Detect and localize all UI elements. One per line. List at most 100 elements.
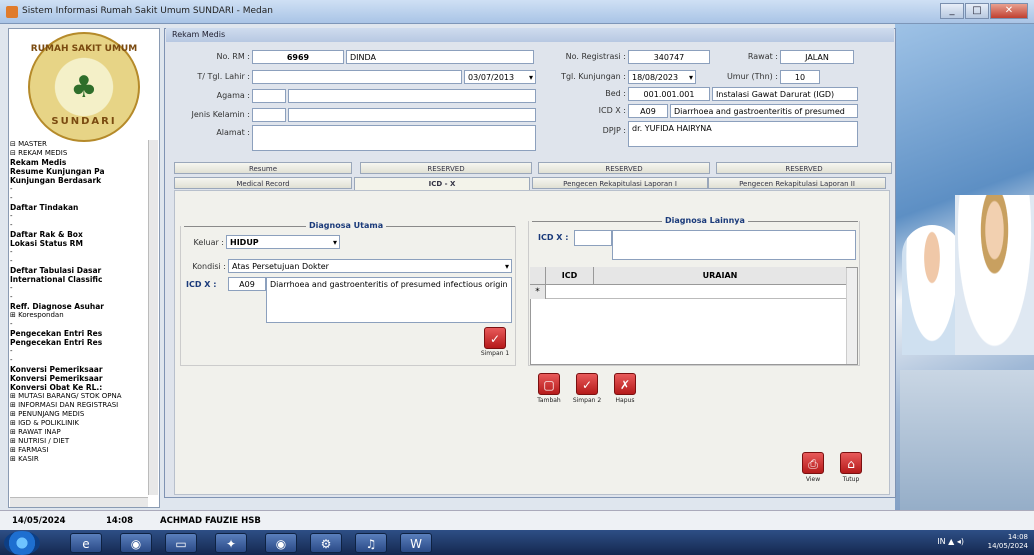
umur-field[interactable]: 10 xyxy=(780,70,820,84)
jenis-kelamin-field[interactable] xyxy=(288,108,536,122)
tree-vertical-scrollbar[interactable] xyxy=(148,140,158,495)
agama-code-field[interactable] xyxy=(252,89,286,103)
view-button[interactable]: ⎙ xyxy=(802,452,824,474)
tree-item[interactable]: Lokasi Status RM xyxy=(10,239,148,248)
grid-new-row[interactable] xyxy=(546,285,846,299)
grid-scrollbar[interactable] xyxy=(846,268,857,364)
tree-item[interactable]: - xyxy=(10,248,148,257)
bed-description-field[interactable]: Instalasi Gawat Darurat (IGD) xyxy=(712,87,858,101)
keluar-select[interactable]: HIDUP xyxy=(226,235,340,249)
no-rm-field[interactable]: 6969 xyxy=(252,50,344,64)
tab-rekapitulasi-1[interactable]: Pengecen Rekapitulasi Laporan I xyxy=(532,177,708,189)
settings-taskbar-icon[interactable]: ⚙ xyxy=(310,533,342,553)
tgl-kunjungan-picker[interactable]: 18/08/2023 xyxy=(628,70,696,84)
icd-description-field[interactable]: Diarrhoea and gastroenteritis of presume… xyxy=(670,104,858,118)
diag-lain-icd-field[interactable] xyxy=(574,230,612,246)
tutup-button[interactable]: ⌂ xyxy=(840,452,862,474)
tab-reserved-2[interactable]: RESERVED xyxy=(538,162,710,174)
no-registrasi-field[interactable]: 340747 xyxy=(628,50,710,64)
tree-item[interactable]: ⊟ REKAM MEDIS xyxy=(10,149,148,158)
taskbar-clock[interactable]: 14:08 14/05/2024 xyxy=(988,533,1028,551)
tree-horizontal-scrollbar[interactable] xyxy=(10,497,148,507)
close-button[interactable]: ✕ xyxy=(990,3,1028,19)
tree-item[interactable]: Resume Kunjungan Pa xyxy=(10,167,148,176)
kondisi-select[interactable]: Atas Persetujuan Dokter xyxy=(228,259,512,273)
tree-item[interactable]: Deftar Tabulasi Dasar xyxy=(10,266,148,275)
tree-item[interactable]: - xyxy=(10,257,148,266)
jk-code-field[interactable] xyxy=(252,108,286,122)
tree-item[interactable]: - xyxy=(10,185,148,194)
system-tray[interactable]: IN ▲ ◂) xyxy=(937,537,964,546)
tree-item[interactable]: Konversi Obat Ke RL.: xyxy=(10,383,148,392)
tree-item[interactable]: Reff. Diagnose Asuhar xyxy=(10,302,148,311)
tambah-button[interactable]: ▢ xyxy=(538,373,560,395)
tree-item[interactable]: Pengecekan Entri Res xyxy=(10,338,148,347)
tree-item[interactable]: Konversi Pemeriksaar xyxy=(10,365,148,374)
diag-utama-icd-field[interactable]: A09 xyxy=(228,277,266,291)
tree-item[interactable]: ⊞ Korespondan xyxy=(10,311,148,320)
start-button[interactable] xyxy=(4,531,40,555)
tree-item[interactable]: - xyxy=(10,356,148,365)
tree-item[interactable]: ⊞ PENUNJANG MEDIS xyxy=(10,410,148,419)
tempat-lahir-field[interactable] xyxy=(252,70,462,84)
dpjp-field[interactable]: dr. YUFIDA HAIRYNA xyxy=(628,121,858,147)
diag-lain-description[interactable] xyxy=(612,230,856,260)
tree-item[interactable]: ⊞ NUTRISI / DIET xyxy=(10,437,148,446)
rawat-field[interactable]: JALAN xyxy=(780,50,854,64)
tree-item[interactable]: ⊞ KASIR xyxy=(10,455,148,464)
icd-x-label: ICD X : xyxy=(598,106,626,115)
tree-item[interactable]: - xyxy=(10,284,148,293)
status-time: 14:08 xyxy=(106,516,134,526)
no-registrasi-label: No. Registrasi : xyxy=(565,52,626,61)
tree-item[interactable]: ⊞ INFORMASI DAN REGISTRASI xyxy=(10,401,148,410)
tree-item[interactable]: ⊞ FARMASI xyxy=(10,446,148,455)
agama-label: Agama : xyxy=(216,91,250,100)
tab-medical-record[interactable]: Medical Record xyxy=(174,177,352,189)
bed-field[interactable]: 001.001.001 xyxy=(628,87,710,101)
simpan-2-button[interactable]: ✓ xyxy=(576,373,598,395)
tree-item[interactable]: - xyxy=(10,347,148,356)
tree-item[interactable]: Daftar Rak & Box xyxy=(10,230,148,239)
tab-rekapitulasi-2[interactable]: Pengecen Rekapitulasi Laporan II xyxy=(708,177,886,189)
grid-header-icd[interactable]: ICD xyxy=(546,267,594,285)
tree-item[interactable]: Daftar Tindakan xyxy=(10,203,148,212)
agama-field[interactable] xyxy=(288,89,536,103)
icd-code-field[interactable]: A09 xyxy=(628,104,668,118)
ie-taskbar-icon[interactable]: e xyxy=(70,533,102,553)
menu-tree[interactable]: ⊟ MASTER ⊟ REKAM MEDIS Rekam Medis Resume… xyxy=(10,140,148,500)
hapus-button[interactable]: ✗ xyxy=(614,373,636,395)
alamat-field[interactable] xyxy=(252,125,536,151)
tree-item[interactable]: ⊞ RAWAT INAP xyxy=(10,428,148,437)
folder-taskbar-icon[interactable]: ▭ xyxy=(165,533,197,553)
maximize-button[interactable]: □ xyxy=(965,3,989,19)
tree-item[interactable]: ⊞ MUTASI BARANG/ STOK OPNA xyxy=(10,392,148,401)
tab-reserved-3[interactable]: RESERVED xyxy=(716,162,892,174)
tambah-label: Tambah xyxy=(537,397,561,404)
tree-item[interactable]: - xyxy=(10,293,148,302)
diag-utama-description[interactable]: Diarrhoea and gastroenteritis of presume… xyxy=(266,277,512,323)
grid-header-uraian[interactable]: URAIAN xyxy=(594,267,846,285)
tree-item[interactable]: ⊞ IGD & POLIKLINIK xyxy=(10,419,148,428)
chrome-taskbar-icon[interactable]: ◉ xyxy=(120,533,152,553)
tree-item[interactable]: Pengecekan Entri Res xyxy=(10,329,148,338)
media-taskbar-icon[interactable]: ♫ xyxy=(355,533,387,553)
tab-resume[interactable]: Resume xyxy=(174,162,352,174)
tab-reserved-1[interactable]: RESERVED xyxy=(360,162,532,174)
tree-item[interactable]: Rekam Medis xyxy=(10,158,148,167)
tree-item[interactable]: - xyxy=(10,221,148,230)
nama-field[interactable]: DINDA xyxy=(346,50,534,64)
chrome2-taskbar-icon[interactable]: ◉ xyxy=(265,533,297,553)
tree-item[interactable]: - xyxy=(10,320,148,329)
tree-item[interactable]: Konversi Pemeriksaar xyxy=(10,374,148,383)
minimize-button[interactable]: _ xyxy=(940,3,964,19)
tree-item[interactable]: - xyxy=(10,212,148,221)
tree-item[interactable]: ⊟ MASTER xyxy=(10,140,148,149)
tree-item[interactable]: - xyxy=(10,194,148,203)
tree-item[interactable]: International Classific xyxy=(10,275,148,284)
app-taskbar-icon[interactable]: ✦ xyxy=(215,533,247,553)
tree-item[interactable]: Kunjungan Berdasark xyxy=(10,176,148,185)
tgl-lahir-picker[interactable]: 03/07/2013 xyxy=(464,70,536,84)
tab-icd-x[interactable]: ICD - X xyxy=(354,177,530,191)
word-taskbar-icon[interactable]: W xyxy=(400,533,432,553)
simpan-1-button[interactable]: ✓ xyxy=(484,327,506,349)
